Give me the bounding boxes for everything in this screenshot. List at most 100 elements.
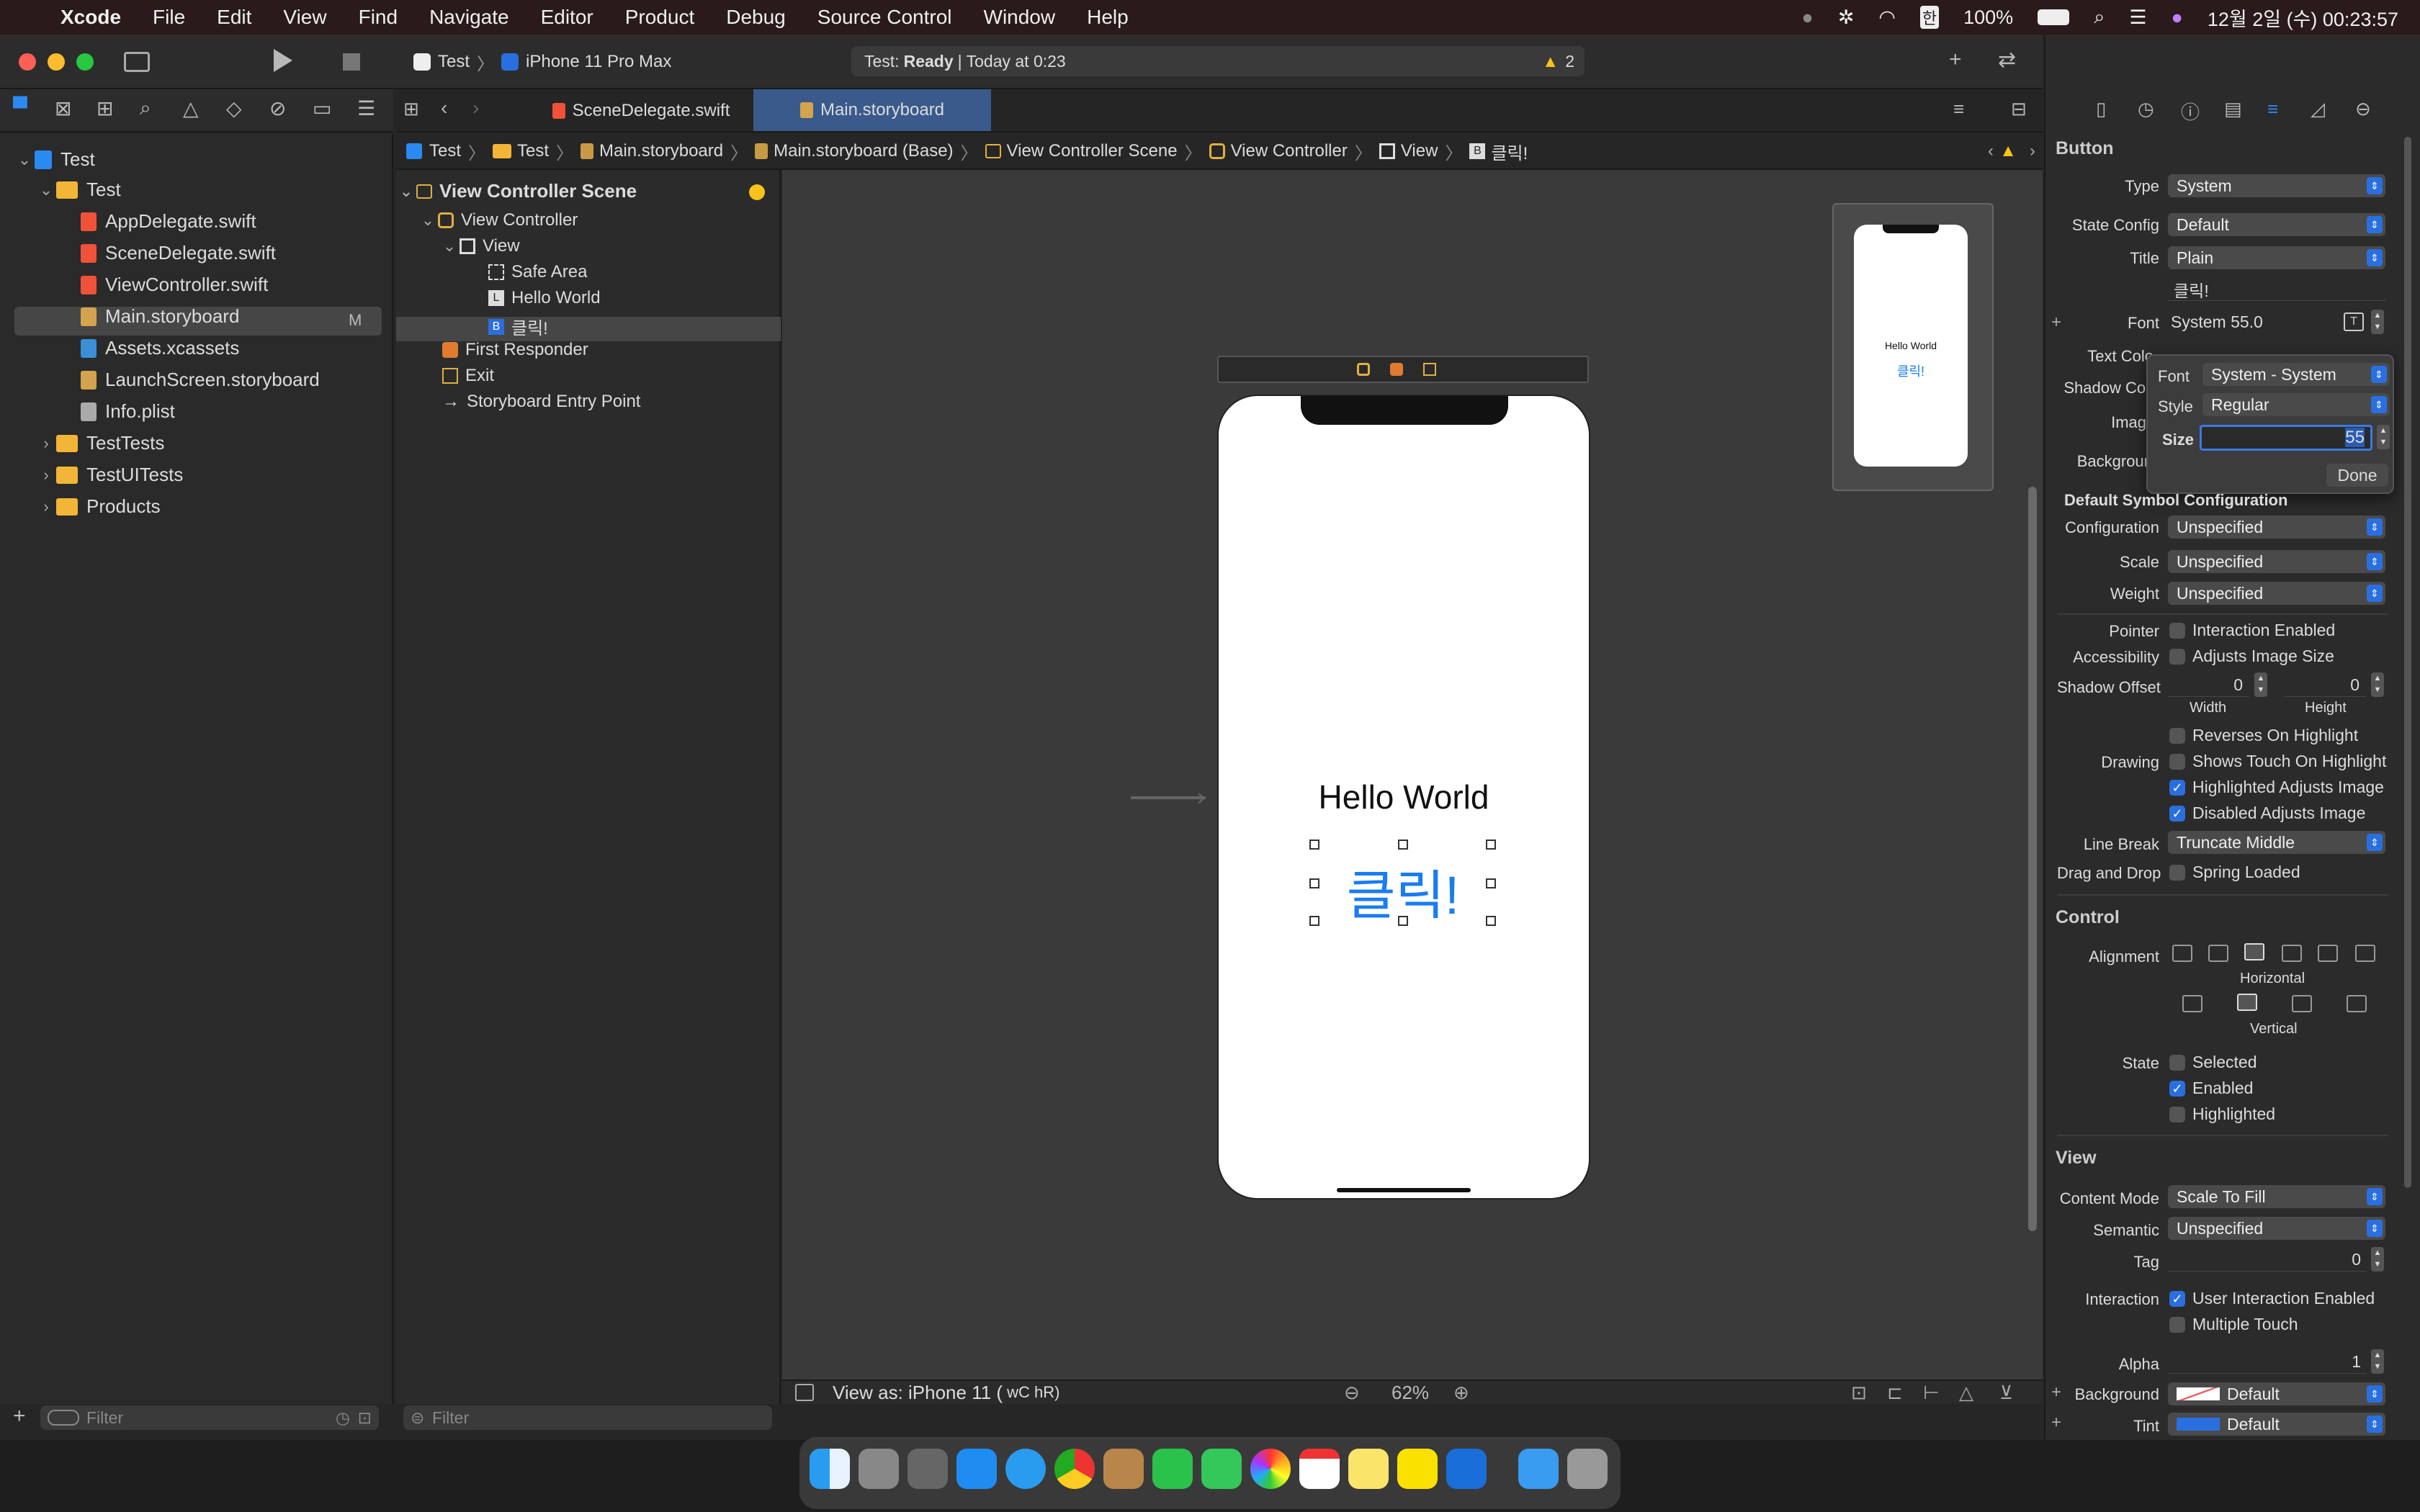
tab-main-storyboard[interactable]: Main.storyboard xyxy=(753,89,991,131)
resize-handle[interactable] xyxy=(1486,878,1496,888)
checkbox-checked[interactable]: ✓ xyxy=(2169,1290,2185,1307)
filter-options-icon[interactable] xyxy=(48,1410,79,1426)
settings-gear-icon[interactable]: ✲ xyxy=(1838,6,1855,29)
file-inspector-icon[interactable]: ▯ xyxy=(2096,98,2106,120)
menu-window[interactable]: Window xyxy=(984,6,1056,29)
multiple-touch-checkbox[interactable]: Multiple Touch xyxy=(2169,1315,2298,1334)
alpha-field[interactable]: 1 xyxy=(2168,1351,2367,1374)
state-highlighted-checkbox[interactable]: Highlighted xyxy=(2169,1104,2275,1124)
attributes-inspector-icon[interactable]: ≡ xyxy=(2267,98,2278,120)
chevron-down-icon[interactable]: ⌄ xyxy=(14,150,35,169)
menu-source-control[interactable]: Source Control xyxy=(817,6,952,29)
menu-product[interactable]: Product xyxy=(625,6,695,29)
photos-icon[interactable] xyxy=(1250,1449,1291,1489)
safari-icon[interactable] xyxy=(1005,1449,1046,1489)
report-navigator-icon[interactable]: ☰ xyxy=(357,96,375,120)
group-row[interactable]: ⌄ Test xyxy=(36,179,121,201)
input-method-indicator[interactable]: 한 xyxy=(1919,6,1940,29)
chevron-down-icon[interactable]: ⌄ xyxy=(439,237,460,256)
file-row[interactable]: ViewController.swift xyxy=(81,274,268,296)
chrome-icon[interactable] xyxy=(1054,1449,1095,1489)
file-row[interactable]: LaunchScreen.storyboard xyxy=(81,369,320,391)
outline-item-selected[interactable]: B 클릭! xyxy=(488,314,548,339)
menu-view[interactable]: View xyxy=(283,6,326,29)
warning-dot-icon[interactable] xyxy=(749,184,765,200)
tag-field[interactable]: 0 xyxy=(2168,1248,2367,1272)
menu-editor[interactable]: Editor xyxy=(541,6,593,29)
contacts-icon[interactable] xyxy=(1103,1449,1144,1489)
battery-icon[interactable] xyxy=(2038,9,2070,25)
checkbox-checked[interactable]: ✓ xyxy=(2169,779,2185,796)
scene-dock[interactable] xyxy=(1217,356,1589,383)
checkbox[interactable] xyxy=(2169,727,2185,744)
app-store-icon[interactable] xyxy=(956,1449,997,1489)
align-center-button[interactable] xyxy=(2244,943,2264,960)
title-text-field[interactable]: 클릭! xyxy=(2168,278,2385,301)
menubar-clock[interactable]: 12월 2일 (수) 00:23:57 xyxy=(2208,4,2398,32)
resize-handle[interactable] xyxy=(1398,840,1408,850)
system-preferences-icon[interactable] xyxy=(908,1449,948,1489)
xcode-icon[interactable] xyxy=(1446,1449,1487,1489)
jumpbar-item[interactable]: 클릭! xyxy=(1491,139,1528,164)
issue-navigator-icon[interactable]: △ xyxy=(183,96,199,120)
history-inspector-icon[interactable]: ◷ xyxy=(2138,98,2154,120)
disabled-adjusts-checkbox[interactable]: ✓ Disabled Adjusts Image xyxy=(2169,804,2365,823)
group-row[interactable]: › TestTests xyxy=(36,432,164,454)
sidebar-toggle-icon[interactable] xyxy=(124,52,150,72)
outline-item[interactable]: Exit xyxy=(442,366,494,386)
weight-popup[interactable]: Unspecified ⇕ xyxy=(2168,582,2385,605)
exit-icon[interactable] xyxy=(1423,363,1436,376)
chevron-down-icon[interactable]: ⌄ xyxy=(396,182,416,201)
font-picker-icon[interactable]: T xyxy=(2344,312,2364,331)
kakaotalk-icon[interactable] xyxy=(1397,1449,1438,1489)
tag-stepper[interactable]: ▲ ▼ xyxy=(2371,1247,2384,1272)
canvas-minimap[interactable]: Hello World 클릭! xyxy=(1832,203,1994,491)
menu-find[interactable]: Find xyxy=(359,6,398,29)
zoom-button[interactable] xyxy=(76,53,94,71)
popover-style-popup[interactable]: Regular ⇕ xyxy=(2202,393,2390,416)
menu-navigate[interactable]: Navigate xyxy=(429,6,509,29)
zoom-in-icon[interactable]: ⊕ xyxy=(1453,1382,1469,1404)
reverses-checkbox[interactable]: Reverses On Highlight xyxy=(2169,726,2358,745)
code-review-icon[interactable]: ⇄ xyxy=(1998,48,2016,73)
related-items-icon[interactable]: ⊞ xyxy=(403,98,419,120)
outline-item[interactable]: → Storyboard Entry Point xyxy=(442,392,640,412)
view-as-label[interactable]: View as: iPhone 11 ( wC hR) xyxy=(833,1382,1059,1404)
menu-edit[interactable]: Edit xyxy=(217,6,251,29)
jumpbar-item[interactable]: View Controller Scene xyxy=(1007,141,1178,161)
chevron-right-icon[interactable]: › xyxy=(36,498,56,516)
recent-files-icon[interactable]: ◷ xyxy=(336,1408,350,1428)
stop-button[interactable] xyxy=(343,53,360,71)
find-navigator-icon[interactable]: ⌕ xyxy=(140,96,151,120)
spring-loaded-checkbox[interactable]: Spring Loaded xyxy=(2169,863,2300,882)
align-vfill-button[interactable] xyxy=(2347,995,2367,1012)
popover-done-button[interactable]: Done xyxy=(2326,464,2388,487)
checkbox[interactable] xyxy=(2169,622,2185,639)
chevron-right-icon[interactable]: › xyxy=(36,466,56,485)
iphone-frame[interactable]: Hello World 클릭! xyxy=(1217,395,1590,1200)
shadow-height-field[interactable]: 0 xyxy=(2285,674,2365,697)
navigator-filter[interactable]: Filter ◷ ⊡ xyxy=(40,1405,379,1430)
outline-toggle-icon[interactable] xyxy=(795,1384,814,1401)
add-variation-icon[interactable]: + xyxy=(2051,312,2061,333)
connections-inspector-icon[interactable]: ⊖ xyxy=(2355,98,2371,120)
resolve-issues-icon[interactable]: △ xyxy=(1959,1382,1973,1404)
forward-icon[interactable]: › xyxy=(472,96,479,120)
checkbox[interactable] xyxy=(2169,1054,2185,1071)
test-navigator-icon[interactable]: ◇ xyxy=(226,96,242,120)
jumpbar-item[interactable]: Main.storyboard (Base) xyxy=(774,141,953,161)
warning-icon[interactable]: ▲ xyxy=(1542,52,1559,71)
chevron-right-icon[interactable]: › xyxy=(36,434,56,453)
outline-item[interactable]: Safe Area xyxy=(488,262,587,282)
run-button[interactable] xyxy=(274,49,292,72)
checkbox[interactable] xyxy=(2169,1106,2185,1122)
outline-filter[interactable]: ⊜ Filter xyxy=(403,1405,772,1430)
embed-in-icon[interactable]: ⊻ xyxy=(1999,1382,2013,1404)
storyboard-canvas[interactable]: › Hello World 클릭! Hello World 클릭! xyxy=(782,170,2043,1391)
menu-debug[interactable]: Debug xyxy=(726,6,786,29)
resize-handle[interactable] xyxy=(1309,840,1319,850)
launchpad-icon[interactable] xyxy=(859,1449,899,1489)
pointer-checkbox[interactable]: Interaction Enabled xyxy=(2169,621,2335,640)
modified-files-icon[interactable]: ⊡ xyxy=(358,1408,372,1428)
jumpbar-item[interactable]: Test xyxy=(517,141,549,161)
